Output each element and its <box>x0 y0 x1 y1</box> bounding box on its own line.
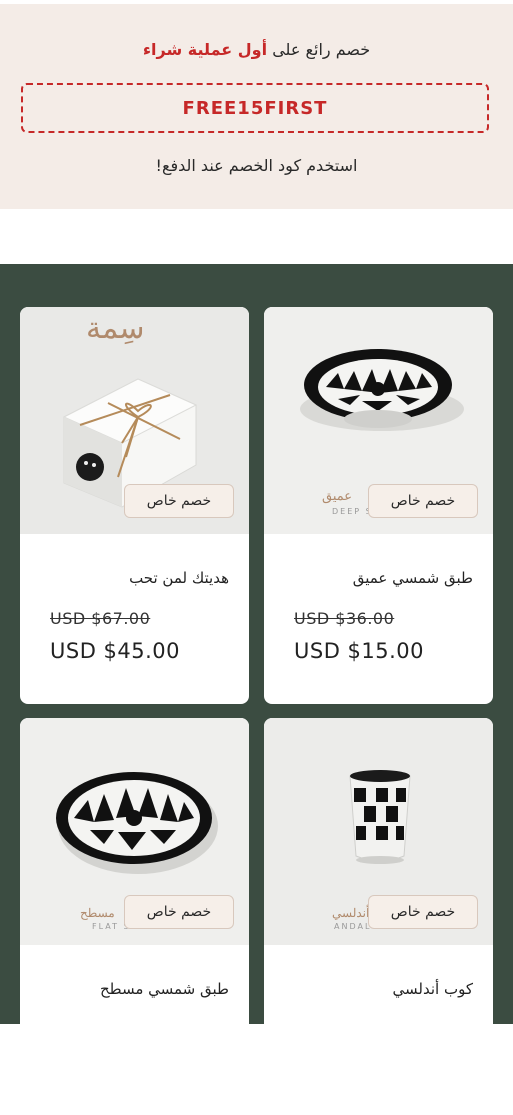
promo-banner: خصم رائع على أول عملية شراء FREE15FIRST … <box>0 4 513 209</box>
promo-headline: خصم رائع على أول عملية شراء <box>0 40 513 59</box>
coupon-code-box[interactable]: FREE15FIRST <box>21 83 489 133</box>
product-title[interactable]: طبق شمسي مسطح <box>100 980 229 998</box>
product-old-price: USD $67.00 <box>50 609 151 628</box>
product-new-price: USD $45.00 <box>50 639 181 663</box>
product-title[interactable]: طبق شمسي عميق <box>353 569 473 587</box>
special-discount-badge: خصم خاص <box>368 484 478 518</box>
promo-subline: استخدم كود الخصم عند الدفع! <box>155 156 358 175</box>
brand-logo: سِمة <box>86 311 145 346</box>
brand-watermark: أندلسي <box>332 906 370 920</box>
product-card-andalusian-cup[interactable]: أندلسي ANDAL خصم خاص كوب أندلسي <box>264 718 493 1115</box>
product-card-flat-plate[interactable]: مسطح FLAT S خصم خاص طبق شمسي مسطح <box>20 718 249 1115</box>
promo-headline-accent: أول عملية شراء <box>142 40 268 59</box>
brand-watermark: عميق <box>322 489 353 504</box>
brand-watermark-sub: DEEP S <box>332 507 373 516</box>
promo-headline-text: خصم رائع على <box>272 40 371 59</box>
product-title[interactable]: كوب أندلسي <box>393 980 473 998</box>
special-discount-badge: خصم خاص <box>124 895 234 929</box>
product-card-gift[interactable]: سِمة خصم خاص هديتك لمن تحب USD $67.00 US… <box>20 307 249 704</box>
product-title[interactable]: هديتك لمن تحب <box>129 569 229 587</box>
product-old-price: USD $36.00 <box>294 609 395 628</box>
special-discount-badge: خصم خاص <box>368 895 478 929</box>
special-discount-badge: خصم خاص <box>124 484 234 518</box>
brand-watermark-sub: ANDAL <box>334 922 372 931</box>
product-card-deep-plate[interactable]: عميق DEEP S خصم خاص طبق شمسي عميق USD $3… <box>264 307 493 704</box>
brand-watermark: مسطح <box>80 906 115 920</box>
product-new-price: USD $15.00 <box>294 639 425 663</box>
